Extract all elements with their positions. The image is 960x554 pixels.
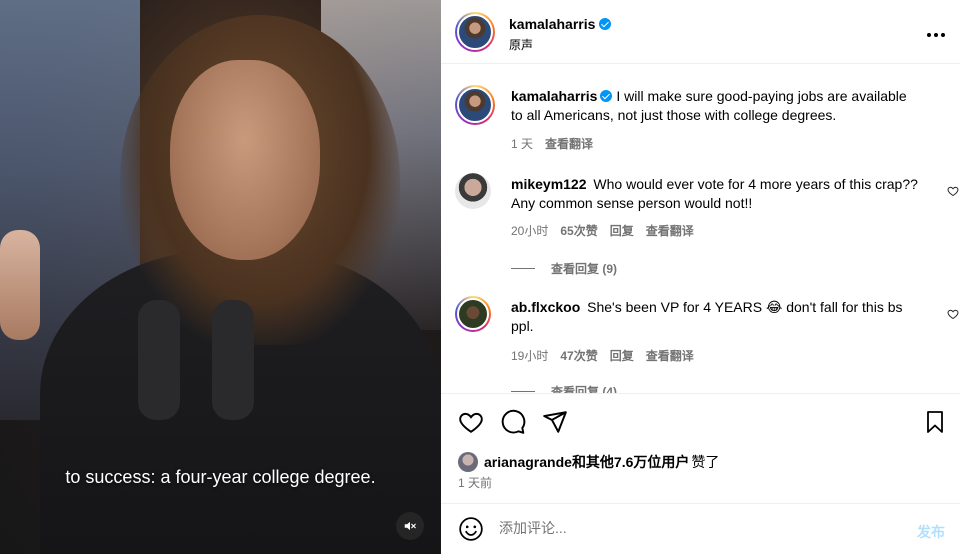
add-comment-bar: 发布: [441, 503, 960, 554]
like-comment-heart-icon[interactable]: [947, 185, 959, 197]
comment-text: ab.flxckoo She's been VP for 4 YEARS 😂 d…: [511, 298, 921, 336]
speaker-hand: [0, 230, 40, 340]
likes-suffix: 赞了: [691, 454, 720, 470]
comment-input[interactable]: [499, 520, 879, 536]
post-header: kamalaharris 原声: [441, 0, 960, 64]
video-caption: to success: a four-year college degree.: [65, 467, 376, 487]
comment-likes[interactable]: 47次赞: [560, 347, 597, 364]
translate-link[interactable]: 查看翻译: [646, 222, 694, 239]
reply-button[interactable]: 回复: [610, 222, 634, 239]
comment-likes[interactable]: 65次赞: [560, 222, 597, 239]
view-replies[interactable]: 查看回复 (9): [511, 260, 617, 277]
comment-time: 20小时: [511, 224, 549, 238]
likes-count[interactable]: 和其他7.6万位用户: [572, 454, 689, 470]
view-replies-label[interactable]: 查看回复 (9): [551, 260, 617, 277]
like-button[interactable]: [457, 408, 485, 436]
comment-button[interactable]: [499, 408, 527, 436]
caption-text: kamalaharris I will make sure good-paying…: [511, 87, 921, 125]
author-avatar[interactable]: [455, 85, 495, 125]
bookmark-icon: [927, 411, 943, 433]
likes-summary: arianagrande和其他7.6万位用户 赞了: [458, 452, 719, 472]
video-player[interactable]: to success: a four-year college degree.: [0, 0, 441, 554]
comments-list[interactable]: kamalaharris I will make sure good-paying…: [441, 65, 960, 393]
replies-divider: [511, 268, 535, 269]
caption-time: 1 天: [511, 137, 534, 151]
comment-time: 19小时: [511, 349, 549, 363]
mute-button[interactable]: [396, 512, 424, 540]
translate-link[interactable]: 查看翻译: [545, 135, 593, 152]
verified-badge-icon: [599, 18, 612, 30]
more-options-icon[interactable]: [926, 22, 946, 43]
audio-label[interactable]: 原声: [509, 36, 533, 53]
translate-link[interactable]: 查看翻译: [646, 347, 694, 364]
reply-button[interactable]: 回复: [610, 347, 634, 364]
post-panel: kamalaharris 原声 kamalaharris I will make …: [441, 0, 960, 554]
heart-icon: [459, 412, 483, 433]
comment-text: mikeym122 Who would ever vote for 4 more…: [511, 175, 921, 213]
emoji-icon[interactable]: [458, 516, 484, 542]
like-comment-heart-icon[interactable]: [947, 308, 959, 320]
view-replies-label[interactable]: 查看回复 (4): [551, 383, 617, 393]
post-actions: arianagrande和其他7.6万位用户 赞了 1 天前: [441, 393, 960, 503]
commenter-avatar[interactable]: [455, 296, 491, 332]
paper-plane-icon: [543, 411, 567, 433]
author-username-text[interactable]: kamalaharris: [509, 16, 595, 32]
view-replies[interactable]: 查看回复 (4): [511, 383, 617, 393]
microphone: [138, 300, 180, 420]
replies-divider: [511, 391, 535, 392]
liker-username[interactable]: arianagrande: [484, 454, 572, 470]
post-time[interactable]: 1 天前: [458, 474, 492, 491]
comment-meta: 19小时 47次赞 回复 查看翻译: [511, 347, 694, 364]
speaker-face: [170, 60, 320, 260]
microphone: [212, 300, 254, 420]
speaker-muted-icon: [404, 521, 416, 531]
author-avatar[interactable]: [455, 12, 495, 52]
caption-username[interactable]: kamalaharris: [511, 88, 597, 104]
share-button[interactable]: [541, 408, 569, 436]
verified-badge-icon: [600, 90, 613, 102]
commenter-avatar[interactable]: [455, 173, 491, 209]
comment-username[interactable]: ab.flxckoo: [511, 299, 580, 315]
save-button[interactable]: [921, 408, 949, 436]
comment-bubble-icon: [501, 409, 526, 434]
comment-meta: 20小时 65次赞 回复 查看翻译: [511, 222, 694, 239]
comment-username[interactable]: mikeym122: [511, 176, 587, 192]
author-username[interactable]: kamalaharris: [509, 16, 612, 32]
post-comment-button[interactable]: 发布: [917, 522, 945, 542]
caption-meta: 1 天 查看翻译: [511, 135, 593, 152]
liker-avatar[interactable]: [458, 452, 478, 472]
likes-text[interactable]: arianagrande和其他7.6万位用户 赞了: [484, 452, 719, 472]
